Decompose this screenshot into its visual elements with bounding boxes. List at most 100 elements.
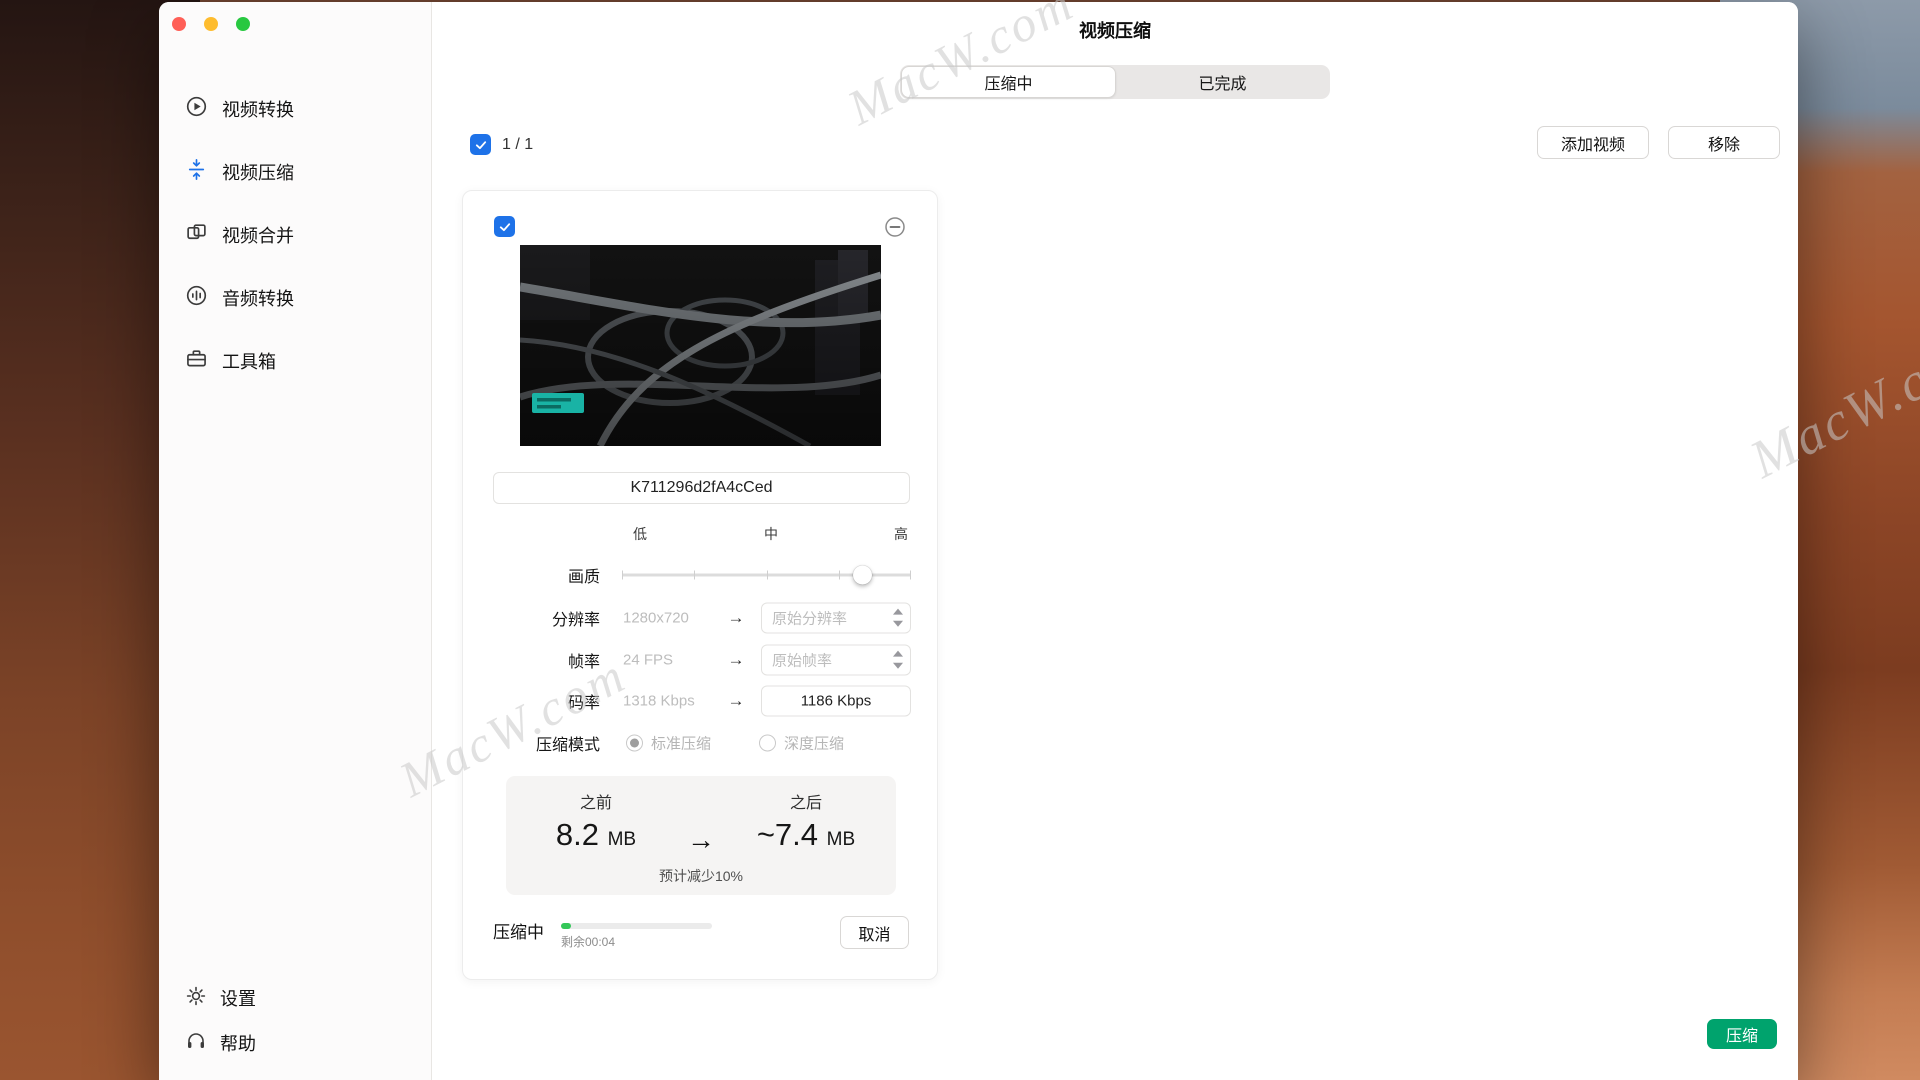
sidebar-item-label: 帮助 [220, 1030, 256, 1056]
sidebar-nav: 视频转换 视频压缩 视频合并 [159, 86, 431, 401]
video-compress-icon [185, 158, 208, 186]
compress-button[interactable]: 压缩 [1707, 1019, 1777, 1049]
after-size-unit: MB [827, 829, 856, 850]
stepper-icon [891, 649, 905, 671]
before-size: 8.2 MB [506, 817, 686, 853]
sidebar-item-audio-convert[interactable]: 音频转换 [159, 275, 431, 321]
video-convert-icon [185, 95, 208, 123]
stepper-icon [891, 607, 905, 629]
quality-slider-handle[interactable] [853, 566, 872, 585]
mode-option-deep[interactable]: 深度压缩 [759, 733, 844, 754]
resolution-select[interactable]: 原始分辨率 [761, 603, 911, 634]
thumbnail-badge [532, 393, 584, 413]
minimize-button[interactable] [204, 17, 218, 31]
headset-icon [185, 1030, 207, 1057]
arrow-icon: → [725, 608, 747, 628]
arrow-icon: → [684, 824, 718, 856]
after-size: ~7.4 MB [716, 817, 896, 853]
framerate-label: 帧率 [463, 648, 600, 672]
remove-button[interactable]: 移除 [1668, 126, 1780, 159]
add-video-button[interactable]: 添加视频 [1537, 126, 1649, 159]
sidebar-item-label: 音频转换 [222, 285, 294, 311]
tab-completed[interactable]: 已完成 [1116, 66, 1329, 98]
radio-deep[interactable] [759, 735, 776, 752]
resolution-label: 分辨率 [463, 606, 600, 630]
after-column: 之后 ~7.4 MB [716, 776, 896, 853]
main-content: 视频压缩 压缩中 已完成 1 / 1 添加视频 移除 [432, 2, 1798, 1080]
tab-compressing[interactable]: 压缩中 [901, 66, 1116, 98]
quality-scale-high: 高 [881, 524, 921, 544]
slider-tick [622, 571, 623, 580]
progress-bar [561, 923, 712, 929]
page-title: 视频压缩 [432, 17, 1798, 43]
slider-tick [839, 571, 840, 580]
progress-status: 压缩中 [493, 918, 544, 943]
collapse-button[interactable] [884, 216, 906, 238]
progress-bar-fill [561, 923, 571, 929]
select-all-row: 1 / 1 [470, 134, 533, 155]
bitrate-row: 码率 1318 Kbps → [463, 680, 937, 722]
item-count: 1 / 1 [502, 136, 533, 154]
video-thumbnail [520, 245, 881, 446]
video-card: 低 中 高 画质 分辨率 1280x720 → [462, 190, 938, 980]
resolution-select-value: 原始分辨率 [762, 608, 891, 629]
quality-scale-low: 低 [620, 524, 660, 544]
sidebar-item-video-merge[interactable]: 视频合并 [159, 212, 431, 258]
zoom-button[interactable] [236, 17, 250, 31]
time-remaining: 剩余00:04 [561, 933, 615, 950]
sidebar-item-help[interactable]: 帮助 [185, 1024, 431, 1062]
before-label: 之前 [506, 789, 686, 813]
mode-option-label: 标准压缩 [651, 733, 711, 754]
sidebar-item-video-convert[interactable]: 视频转换 [159, 86, 431, 132]
compression-mode-row: 压缩模式 标准压缩 深度压缩 [463, 722, 937, 764]
framerate-select[interactable]: 原始帧率 [761, 645, 911, 676]
sidebar-item-label: 视频压缩 [222, 159, 294, 185]
audio-convert-icon [185, 284, 208, 312]
quality-label: 画质 [463, 563, 600, 587]
size-summary: 之前 8.2 MB → 之后 ~7.4 MB 预计减少10% [506, 776, 896, 895]
compression-mode-label: 压缩模式 [463, 731, 600, 755]
bitrate-label: 码率 [463, 689, 600, 713]
framerate-select-value: 原始帧率 [762, 650, 891, 671]
quality-row: 画质 [463, 554, 937, 596]
mode-option-standard[interactable]: 标准压缩 [626, 733, 711, 754]
bitrate-field [761, 686, 911, 717]
after-size-value: ~7.4 [757, 817, 818, 852]
mode-option-label: 深度压缩 [784, 733, 844, 754]
resolution-row: 分辨率 1280x720 → 原始分辨率 [463, 597, 937, 639]
sidebar-item-settings[interactable]: 设置 [185, 979, 431, 1017]
sidebar: 视频转换 视频压缩 视频合并 [159, 2, 432, 1080]
progress-row: 压缩中 剩余00:04 取消 [493, 911, 909, 951]
sidebar-item-label: 工具箱 [222, 348, 276, 374]
arrow-icon: → [725, 650, 747, 670]
traffic-lights [172, 17, 250, 31]
filename-input[interactable] [493, 472, 910, 504]
slider-tick [910, 571, 911, 580]
slider-tick [694, 571, 695, 580]
slider-tick [767, 571, 768, 580]
framerate-row: 帧率 24 FPS → 原始帧率 [463, 639, 937, 681]
minus-circle-icon [884, 216, 906, 238]
toolbox-icon [185, 347, 208, 375]
status-segmented-control: 压缩中 已完成 [900, 65, 1330, 99]
check-icon [474, 138, 488, 152]
sidebar-footer: 设置 帮助 [159, 979, 431, 1080]
bitrate-source-value: 1318 Kbps [623, 693, 695, 710]
close-button[interactable] [172, 17, 186, 31]
radio-standard[interactable] [626, 735, 643, 752]
quality-scale-mid: 中 [751, 524, 791, 544]
before-size-unit: MB [608, 829, 637, 850]
sidebar-item-video-compress[interactable]: 视频压缩 [159, 149, 431, 195]
sidebar-item-toolbox[interactable]: 工具箱 [159, 338, 431, 384]
quality-slider [622, 565, 911, 586]
select-all-checkbox[interactable] [470, 134, 491, 155]
sidebar-item-label: 视频合并 [222, 222, 294, 248]
bitrate-input[interactable] [762, 687, 910, 716]
resolution-source-value: 1280x720 [623, 610, 689, 627]
video-checkbox[interactable] [494, 216, 515, 237]
cancel-button[interactable]: 取消 [840, 916, 909, 949]
sidebar-item-label: 设置 [220, 985, 256, 1011]
video-merge-icon [185, 221, 208, 249]
check-icon [498, 220, 512, 234]
sidebar-item-label: 视频转换 [222, 96, 294, 122]
